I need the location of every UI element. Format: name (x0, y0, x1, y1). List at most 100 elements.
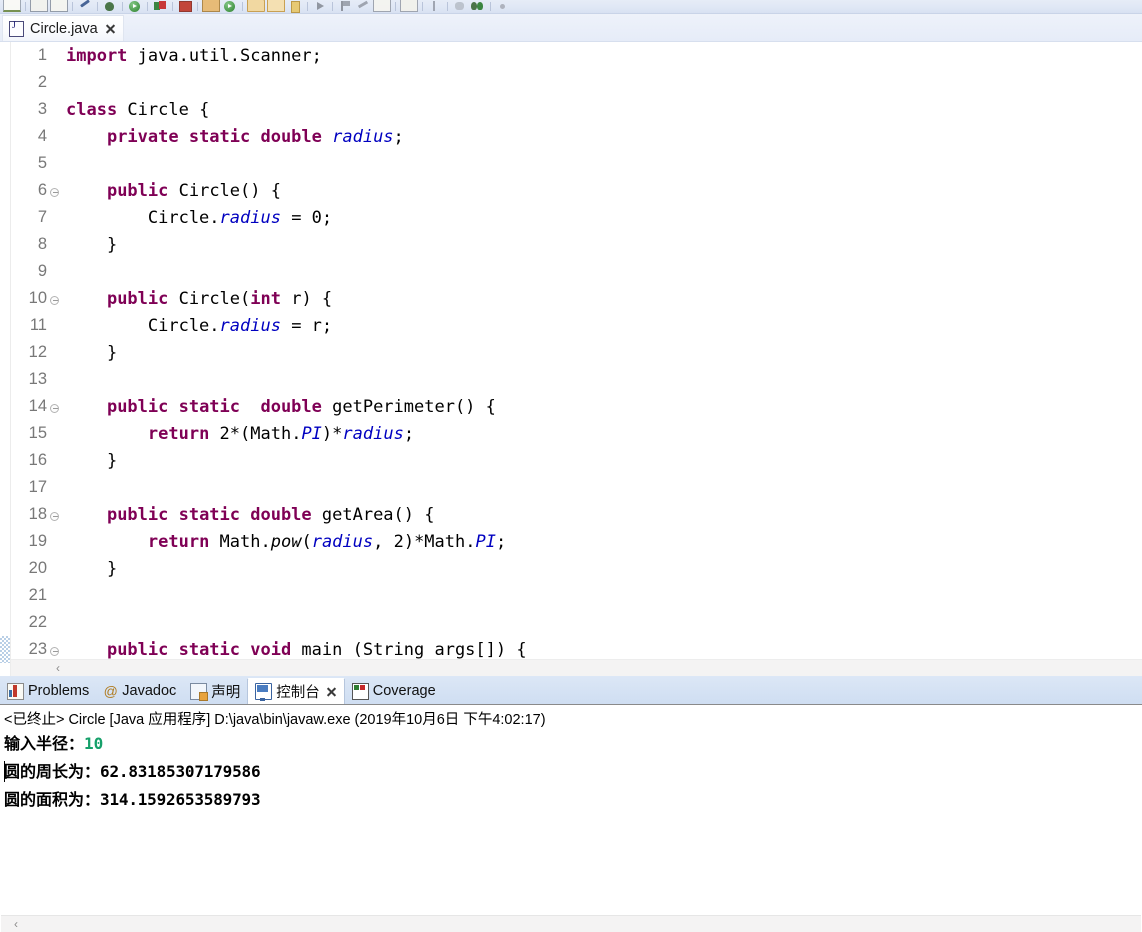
console-horizontal-scrollbar[interactable]: ‹ (1, 915, 1141, 932)
line-number: 12 (28, 343, 47, 361)
editor-tab-circle-java[interactable]: Circle.java (2, 15, 124, 41)
code-editor[interactable]: 1 import java.util.Scanner; 2 3 class Circle… (0, 41, 1142, 676)
console-output-line: 输入半径：10 (4, 730, 1142, 758)
code-line[interactable]: 1 import java.util.Scanner; (11, 42, 1142, 69)
code-text: return 2*(Math.PI)*radius; (147, 423, 415, 444)
code-line[interactable]: 22 (11, 609, 1142, 636)
code-line[interactable]: 6 public Circle() { (11, 177, 1142, 204)
flag-icon (337, 1, 353, 12)
console-user-input: 10 (84, 734, 104, 753)
fold-collapse-icon[interactable] (48, 393, 63, 420)
view-tab-控制台[interactable]: 控制台 (247, 678, 345, 704)
window-icon (400, 0, 418, 12)
code-line[interactable]: 20 } (11, 555, 1142, 582)
view-tab-javadoc[interactable]: @ Javadoc (96, 678, 183, 704)
toolbar-button[interactable] (372, 0, 392, 13)
view-tab-声明[interactable]: 声明 (183, 678, 247, 704)
view-tab-label: 控制台 (276, 685, 320, 701)
dot-icon (495, 1, 511, 12)
problems-icon (7, 682, 24, 700)
code-lines[interactable]: 1 import java.util.Scanner; 2 3 class Circle… (11, 42, 1142, 660)
code-line[interactable]: 15 return 2*(Math.PI)*radius; (11, 420, 1142, 447)
code-line[interactable]: 13 (11, 366, 1142, 393)
toolbar-button[interactable] (151, 0, 169, 13)
view-tab-coverage[interactable]: Coverage (345, 678, 443, 704)
toolbar-separator (307, 2, 308, 11)
console-line-label: 圆的面积为： (4, 792, 101, 809)
code-line[interactable]: 3 class Circle { (11, 96, 1142, 123)
toolbar-button[interactable] (469, 0, 487, 13)
breakpoint-marker[interactable] (0, 636, 10, 663)
code-line[interactable]: 12 } (11, 339, 1142, 366)
close-icon[interactable] (326, 686, 337, 697)
toolbar-button[interactable] (101, 0, 119, 13)
line-number: 20 (28, 559, 47, 577)
palette-icon (452, 1, 468, 12)
toolbar-separator (72, 2, 73, 11)
editor-marker-bar[interactable] (0, 42, 11, 676)
code-line[interactable]: 9 (11, 258, 1142, 285)
toolbar-button[interactable] (354, 0, 372, 13)
toolbar-button[interactable] (126, 0, 144, 13)
table-outline-icon (50, 0, 68, 12)
code-line[interactable]: 19 return Math.pow(radius, 2)*Math.PI; (11, 528, 1142, 555)
toolbar-separator (242, 2, 243, 11)
console-launch-status: <已终止> Circle [Java 应用程序] D:\java\bin\jav… (4, 712, 546, 728)
green-red-squares-icon (152, 1, 168, 12)
code-line[interactable]: 14 public static double getPerimeter() { (11, 393, 1142, 420)
fold-collapse-icon[interactable] (48, 285, 63, 312)
close-icon[interactable] (105, 23, 116, 34)
editor-horizontal-scrollbar[interactable]: ‹ (11, 659, 1142, 676)
toolbar-button[interactable] (29, 0, 49, 13)
toolbar-button[interactable] (49, 0, 69, 13)
fold-collapse-icon[interactable] (48, 177, 63, 204)
toolbar-button[interactable] (266, 0, 286, 13)
toolbar-button[interactable] (2, 0, 22, 13)
console-view[interactable]: <已终止> Circle [Java 应用程序] D:\java\bin\jav… (0, 704, 1142, 932)
toolbar-button[interactable] (426, 0, 444, 13)
code-line[interactable]: 2 (11, 69, 1142, 96)
toolbar-button[interactable] (76, 0, 94, 13)
fold-collapse-icon[interactable] (48, 501, 63, 528)
toolbar-button[interactable] (494, 0, 512, 13)
code-line[interactable]: 5 (11, 150, 1142, 177)
line-number: 10 (28, 289, 47, 307)
chevron-left-icon[interactable]: ‹ (7, 916, 25, 932)
run-icon (127, 1, 143, 12)
view-tab-problems[interactable]: Problems (0, 678, 96, 704)
code-line[interactable]: 21 (11, 582, 1142, 609)
toolbar-button[interactable] (246, 0, 266, 13)
code-line[interactable]: 4 private static double radius; (11, 123, 1142, 150)
console-output[interactable]: 输入半径：10 圆的周长为：62.83185307179586 圆的面积为：314.… (0, 730, 1142, 814)
toolbar-button[interactable] (336, 0, 354, 13)
code-line[interactable]: 11 Circle.radius = r; (11, 312, 1142, 339)
code-line[interactable]: 7 Circle.radius = 0; (11, 204, 1142, 231)
code-line[interactable]: 10 public Circle(int r) { (11, 285, 1142, 312)
toolbar-button[interactable] (286, 0, 304, 13)
chevron-left-icon[interactable]: ‹ (49, 660, 67, 677)
code-line[interactable]: 16 } (11, 447, 1142, 474)
console-line-label: 圆的周长为： (4, 764, 101, 781)
line-number: 16 (28, 451, 47, 469)
code-line[interactable]: 8 } (11, 231, 1142, 258)
editor-scroll-thumb[interactable] (68, 661, 498, 675)
toolbar-button[interactable] (201, 0, 221, 13)
code-line[interactable]: 17 (11, 474, 1142, 501)
toolbar-button[interactable] (451, 0, 469, 13)
toolbar-button[interactable] (221, 0, 239, 13)
code-line[interactable]: 18 public static double getArea() { (11, 501, 1142, 528)
toolbar-button[interactable] (399, 0, 419, 13)
code-text: class Circle { (66, 99, 210, 120)
toolbar-button[interactable] (176, 0, 194, 13)
toolbar-button[interactable] (311, 0, 329, 13)
